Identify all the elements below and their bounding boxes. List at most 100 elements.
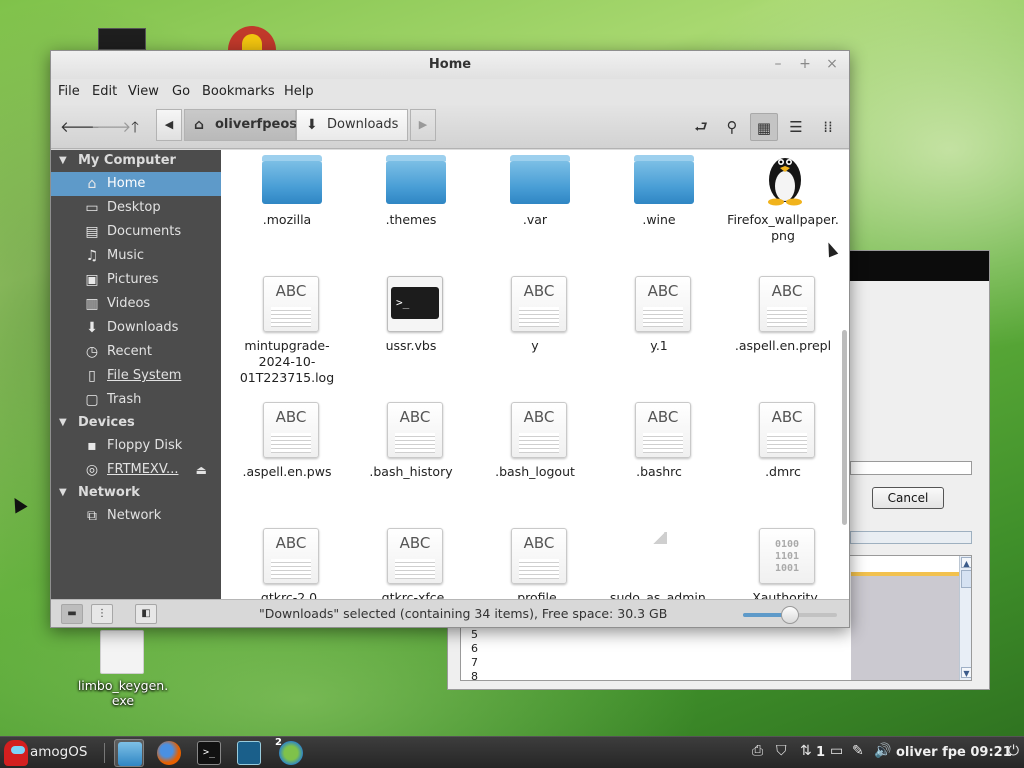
icon-text: ABC <box>771 408 803 426</box>
eject-icon[interactable]: ⏏ <box>196 458 207 482</box>
text-document-icon: ABC <box>511 528 567 584</box>
background-dialog-grey-area <box>851 572 959 680</box>
text-document-icon: ABC <box>511 402 567 458</box>
sidebar-item-downloads[interactable]: ⬇ Downloads <box>51 316 221 340</box>
sidebar-section-devices[interactable]: ▼ Devices <box>51 412 221 434</box>
sidebar-item-home[interactable]: ⌂ Home <box>51 172 221 196</box>
show-treeview-icon[interactable]: ⋮ <box>91 604 113 624</box>
background-dialog-progress <box>850 531 972 544</box>
sidebar-item-disc[interactable]: ◎ FRTMEXV... ⏏ <box>51 458 221 482</box>
list-view-icon[interactable]: ☰ <box>782 113 810 141</box>
forward-arrow-icon[interactable]: 🡒 <box>91 115 131 139</box>
sidebar-item-pictures[interactable]: ▣ Pictures <box>51 268 221 292</box>
breadcrumb-home[interactable]: ⌂ oliverfpeos <box>184 109 297 141</box>
up-arrow-icon[interactable]: 🡑 <box>123 115 147 139</box>
shield-icon[interactable]: ⛉ <box>776 743 787 759</box>
status-text: "Downloads" selected (containing 34 item… <box>259 606 668 621</box>
file-name: .aspell.en.prepl <box>734 338 832 353</box>
folder-icon <box>118 742 142 766</box>
desktop-file-icon[interactable] <box>100 630 144 674</box>
sidebar-item-music[interactable]: ♫ Music <box>51 244 221 268</box>
sidebar-item-label: Documents <box>107 224 182 239</box>
folder-icon <box>262 155 322 204</box>
download-icon: ⬇ <box>86 320 98 336</box>
desktop-file-label[interactable]: limbo_keygen. exe <box>60 678 186 708</box>
sidebar-item-floppy-disk[interactable]: ▪ Floppy Disk <box>51 434 221 458</box>
power-icon[interactable]: ⏻ <box>1008 743 1019 759</box>
home-icon: ⌂ <box>87 176 97 192</box>
file-grid-scrollbar[interactable] <box>842 330 847 525</box>
compact-view-icon[interactable]: ⁞⁞ <box>814 113 842 141</box>
hide-sidebar-icon[interactable]: ◧ <box>135 604 157 624</box>
system-monitor-icon <box>237 741 261 765</box>
sidebar-item-network[interactable]: ⧉ Network <box>51 504 221 528</box>
desktop-monitor-icon[interactable] <box>98 28 146 50</box>
collapse-triangle-icon[interactable]: ▼ <box>59 482 67 504</box>
pen-icon[interactable]: ✎ <box>852 743 864 759</box>
window-titlebar[interactable]: Home – + × <box>51 51 849 79</box>
zoom-slider-knob[interactable] <box>781 606 799 624</box>
file-name: .dmrc <box>765 464 801 479</box>
maximize-button[interactable]: + <box>796 55 814 73</box>
background-dialog-scrollbar[interactable]: ▲ ▼ <box>959 556 971 680</box>
file-manager-task[interactable] <box>114 739 144 767</box>
sidebar-item-documents[interactable]: ▤ Documents <box>51 220 221 244</box>
back-arrow-icon[interactable]: 🡐 <box>60 115 100 139</box>
background-dialog-input[interactable] <box>850 461 972 475</box>
text-document-icon: ABC <box>263 402 319 458</box>
sidebar: ▼ My Computer ⌂ Home ▭ Desktop ▤ Documents ♫… <box>51 150 221 599</box>
menu-edit[interactable]: Edit <box>92 84 117 99</box>
menu-logo-icon[interactable] <box>4 740 28 766</box>
cancel-button[interactable]: Cancel <box>872 487 944 509</box>
scroll-down-icon[interactable]: ▼ <box>961 667 971 678</box>
menu-go[interactable]: Go <box>172 84 190 99</box>
sidebar-item-label: Videos <box>107 296 151 311</box>
sidebar-section-my-computer[interactable]: ▼ My Computer <box>51 150 221 172</box>
text-document-icon: ABC <box>263 276 319 332</box>
file-name: ussr.vbs <box>385 338 437 353</box>
sidebar-section-network[interactable]: ▼ Network <box>51 482 221 504</box>
close-button[interactable]: × <box>823 55 841 73</box>
sidebar-item-desktop[interactable]: ▭ Desktop <box>51 196 221 220</box>
updates-icon[interactable]: ⇅ <box>800 743 812 759</box>
file-name: y.1 <box>650 338 668 353</box>
collapse-triangle-icon[interactable]: ▼ <box>59 150 67 172</box>
folder-icon <box>386 155 446 204</box>
show-places-icon[interactable]: ▬ <box>61 604 83 624</box>
menu-view[interactable]: View <box>128 84 159 99</box>
volume-icon[interactable]: 🔊 <box>874 743 891 759</box>
menu-button-label[interactable]: amogOS <box>30 744 87 760</box>
menu-help[interactable]: Help <box>284 84 314 99</box>
statusbar: ▬ ⋮ ◧ "Downloads" selected (containing 3… <box>51 599 849 627</box>
zoom-slider[interactable] <box>743 606 837 624</box>
terminal-task[interactable]: >_ <box>194 739 224 767</box>
sidebar-item-videos[interactable]: ▥ Videos <box>51 292 221 316</box>
search-icon[interactable]: ⚲ <box>718 113 746 141</box>
minimize-button[interactable]: – <box>769 55 787 73</box>
icon-text: ABC <box>399 408 431 426</box>
sidebar-item-file-system[interactable]: ▯ File System <box>51 364 221 388</box>
text-document-icon: ABC <box>635 276 691 332</box>
clipboard-icon[interactable]: ⎙ <box>752 743 763 759</box>
breadcrumb-label: Downloads <box>327 117 399 132</box>
monitor-task[interactable] <box>234 739 264 767</box>
scroll-up-icon[interactable]: ▲ <box>961 557 971 568</box>
file-name: .Xauthority <box>748 590 818 599</box>
sidebar-item-trash[interactable]: ▢ Trash <box>51 388 221 412</box>
firefox-icon <box>157 741 181 765</box>
toggle-location-icon[interactable]: ⮐ <box>687 113 715 141</box>
collapse-triangle-icon[interactable]: ▼ <box>59 412 67 434</box>
menu-file[interactable]: File <box>58 84 80 99</box>
icon-view-icon[interactable]: ▦ <box>750 113 778 141</box>
icon-text: ABC <box>647 282 679 300</box>
trash-icon: ▢ <box>85 392 99 408</box>
breadcrumb-left-icon[interactable]: ◀ <box>156 109 182 141</box>
firefox-task[interactable] <box>154 739 184 767</box>
user-clock[interactable]: oliver fpe 09:21 <box>896 745 1012 760</box>
display-icon[interactable]: ▭ <box>830 743 843 759</box>
scroll-thumb[interactable] <box>961 570 971 588</box>
breadcrumb-right-icon[interactable]: ▶ <box>410 109 436 141</box>
menu-bookmarks[interactable]: Bookmarks <box>202 84 275 99</box>
sidebar-item-recent[interactable]: ◷ Recent <box>51 340 221 364</box>
breadcrumb-downloads[interactable]: ⬇ Downloads <box>296 109 408 141</box>
